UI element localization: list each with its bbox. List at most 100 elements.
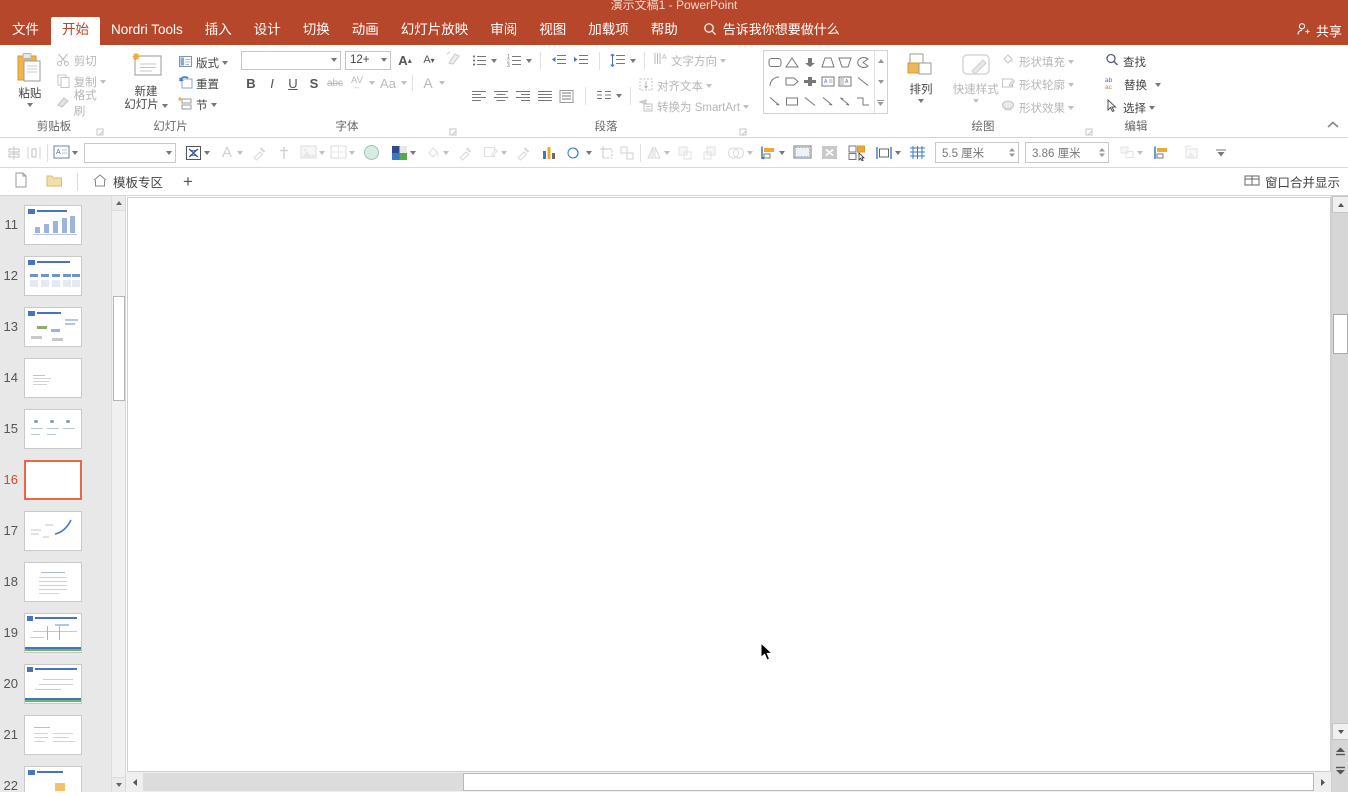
vscroll-thumb[interactable] [1333, 314, 1348, 354]
hscroll-left-button[interactable] [126, 773, 143, 791]
grid-icon[interactable] [907, 142, 928, 164]
thumbnail-row-21[interactable]: 21 [0, 709, 125, 760]
underline-button[interactable]: U [283, 73, 303, 93]
slide-thumbnail-16[interactable] [24, 460, 82, 500]
picture-caret[interactable] [319, 151, 325, 155]
picture-replace-icon[interactable] [1180, 142, 1201, 164]
quick-styles-button[interactable]: 快速样式 [950, 50, 1001, 103]
numbering-caret[interactable] [526, 59, 532, 63]
bullets-button[interactable] [469, 51, 489, 71]
justify-button[interactable] [535, 86, 555, 106]
slide-thumbnail-21[interactable] [24, 715, 82, 755]
slide-thumbnail-13[interactable] [24, 307, 82, 347]
merge-shapes-caret[interactable] [586, 151, 592, 155]
thumbnail-row-15[interactable]: 15 [0, 403, 125, 454]
text-direction-caret[interactable] [720, 59, 726, 63]
add-tab-button[interactable]: + [173, 170, 203, 194]
shape-size-icon[interactable] [1117, 142, 1137, 164]
hscroll-thumb[interactable] [463, 773, 1314, 791]
line-spacing-caret[interactable] [630, 59, 636, 63]
shape-rectangle[interactable] [784, 92, 802, 111]
align-center-button[interactable] [491, 86, 511, 106]
slide-thumbnail-pane[interactable]: 11 12 [0, 196, 125, 792]
vscroll-down-button[interactable] [1332, 723, 1348, 740]
line-spacing-button[interactable] [608, 51, 628, 71]
slide-thumbnail-18[interactable] [24, 562, 82, 602]
shape-vertical-text[interactable]: A [836, 72, 854, 91]
align-vertical-icon[interactable] [4, 142, 24, 164]
shape-effects-caret[interactable] [1068, 106, 1074, 110]
quick-styles-caret[interactable] [973, 99, 979, 103]
smartart-caret[interactable] [743, 105, 749, 109]
font-name-input[interactable] [241, 51, 341, 70]
shape-line-diag[interactable] [854, 72, 872, 91]
group-icon[interactable] [617, 142, 637, 164]
collapse-ribbon-button[interactable] [1326, 119, 1340, 133]
shape-arrow-2[interactable] [819, 92, 837, 111]
font-color-icon[interactable]: A [217, 142, 237, 164]
layout-dropdown-caret[interactable] [222, 61, 228, 65]
shape-trapezoid-down[interactable] [836, 53, 854, 72]
slide-thumbnail-14[interactable] [24, 358, 82, 398]
shape-triangle[interactable] [784, 53, 802, 72]
distribute-button[interactable] [557, 86, 577, 106]
thumbnail-row-12[interactable]: 12 [0, 250, 125, 301]
select-caret[interactable] [1149, 106, 1155, 110]
copy-dropdown-caret[interactable] [100, 80, 106, 84]
shape-outline-caret-2[interactable] [501, 151, 507, 155]
replace-button[interactable]: abac 替换 [1105, 74, 1161, 95]
slide-thumbnail-12[interactable] [24, 256, 82, 296]
shape-plus[interactable] [801, 72, 819, 91]
tab-design[interactable]: 设计 [243, 17, 292, 45]
intersect-icon[interactable] [725, 142, 747, 164]
text-box-icon[interactable]: A [51, 142, 72, 164]
color-palette-icon[interactable] [389, 142, 410, 164]
thumbnail-row-14[interactable]: 14 [0, 352, 125, 403]
layout-grid-caret[interactable] [349, 151, 355, 155]
format-painter-button[interactable]: 格式刷 [56, 92, 108, 113]
tab-view[interactable]: 视图 [528, 17, 577, 45]
character-spacing-button[interactable]: AV ↔ [346, 73, 368, 93]
shape-fill-caret[interactable] [1068, 60, 1074, 64]
shape-arrow-diag-down[interactable] [766, 92, 784, 111]
change-case-button[interactable]: Aa [376, 73, 400, 93]
tab-review[interactable]: 审阅 [479, 17, 528, 45]
gallery-scroll-down[interactable] [875, 72, 887, 93]
fill-color-icon[interactable] [423, 142, 443, 164]
change-case-caret[interactable] [401, 81, 407, 85]
picture-icon[interactable] [298, 142, 319, 164]
flip-icon[interactable] [644, 142, 664, 164]
align-left-button[interactable] [469, 86, 489, 106]
merge-window-button[interactable]: 窗口合并显示 [1244, 172, 1340, 191]
cut-button[interactable]: 剪切 [56, 50, 108, 71]
paste-button[interactable]: 粘贴 [8, 50, 52, 107]
paste-dropdown-caret[interactable] [27, 103, 33, 107]
thumbnail-row-13[interactable]: 13 [0, 301, 125, 352]
thumbnail-row-18[interactable]: 18 [0, 556, 125, 607]
share-button[interactable]: 共享 [1296, 21, 1342, 40]
shape-pentagon-arrow[interactable] [784, 72, 802, 91]
grow-font-button[interactable]: A▴ [395, 50, 415, 70]
color-palette-caret[interactable] [410, 151, 416, 155]
section-dropdown-caret[interactable] [211, 103, 217, 107]
replace-caret[interactable] [1155, 83, 1161, 87]
shape-size-caret[interactable] [1137, 151, 1143, 155]
find-button[interactable]: 查找 [1105, 51, 1146, 72]
tab-transitions[interactable]: 切换 [292, 17, 341, 45]
slide-size-icon[interactable] [791, 142, 814, 164]
font-dialog-launcher[interactable] [449, 127, 458, 136]
shapes-gallery-scrollbar[interactable] [874, 51, 887, 113]
text-direction-button[interactable]: A 文字方向 [653, 50, 726, 71]
tab-file[interactable]: 文件 [0, 17, 51, 45]
shape-elbow-connector[interactable] [854, 92, 872, 111]
italic-button[interactable]: I [262, 73, 282, 93]
shape-line-2[interactable] [801, 92, 819, 111]
width-spin-buttons[interactable] [1008, 147, 1016, 158]
paragraph-dialog-launcher[interactable] [739, 127, 748, 136]
arrange-button[interactable]: 排列 [900, 50, 943, 103]
size-caret[interactable] [895, 151, 901, 155]
send-backward-icon[interactable] [700, 142, 720, 164]
width-spinbox[interactable]: 5.5 厘米 [935, 142, 1019, 163]
distribute-horizontal-icon[interactable] [24, 142, 44, 164]
tab-slideshow[interactable]: 幻灯片放映 [390, 17, 480, 45]
